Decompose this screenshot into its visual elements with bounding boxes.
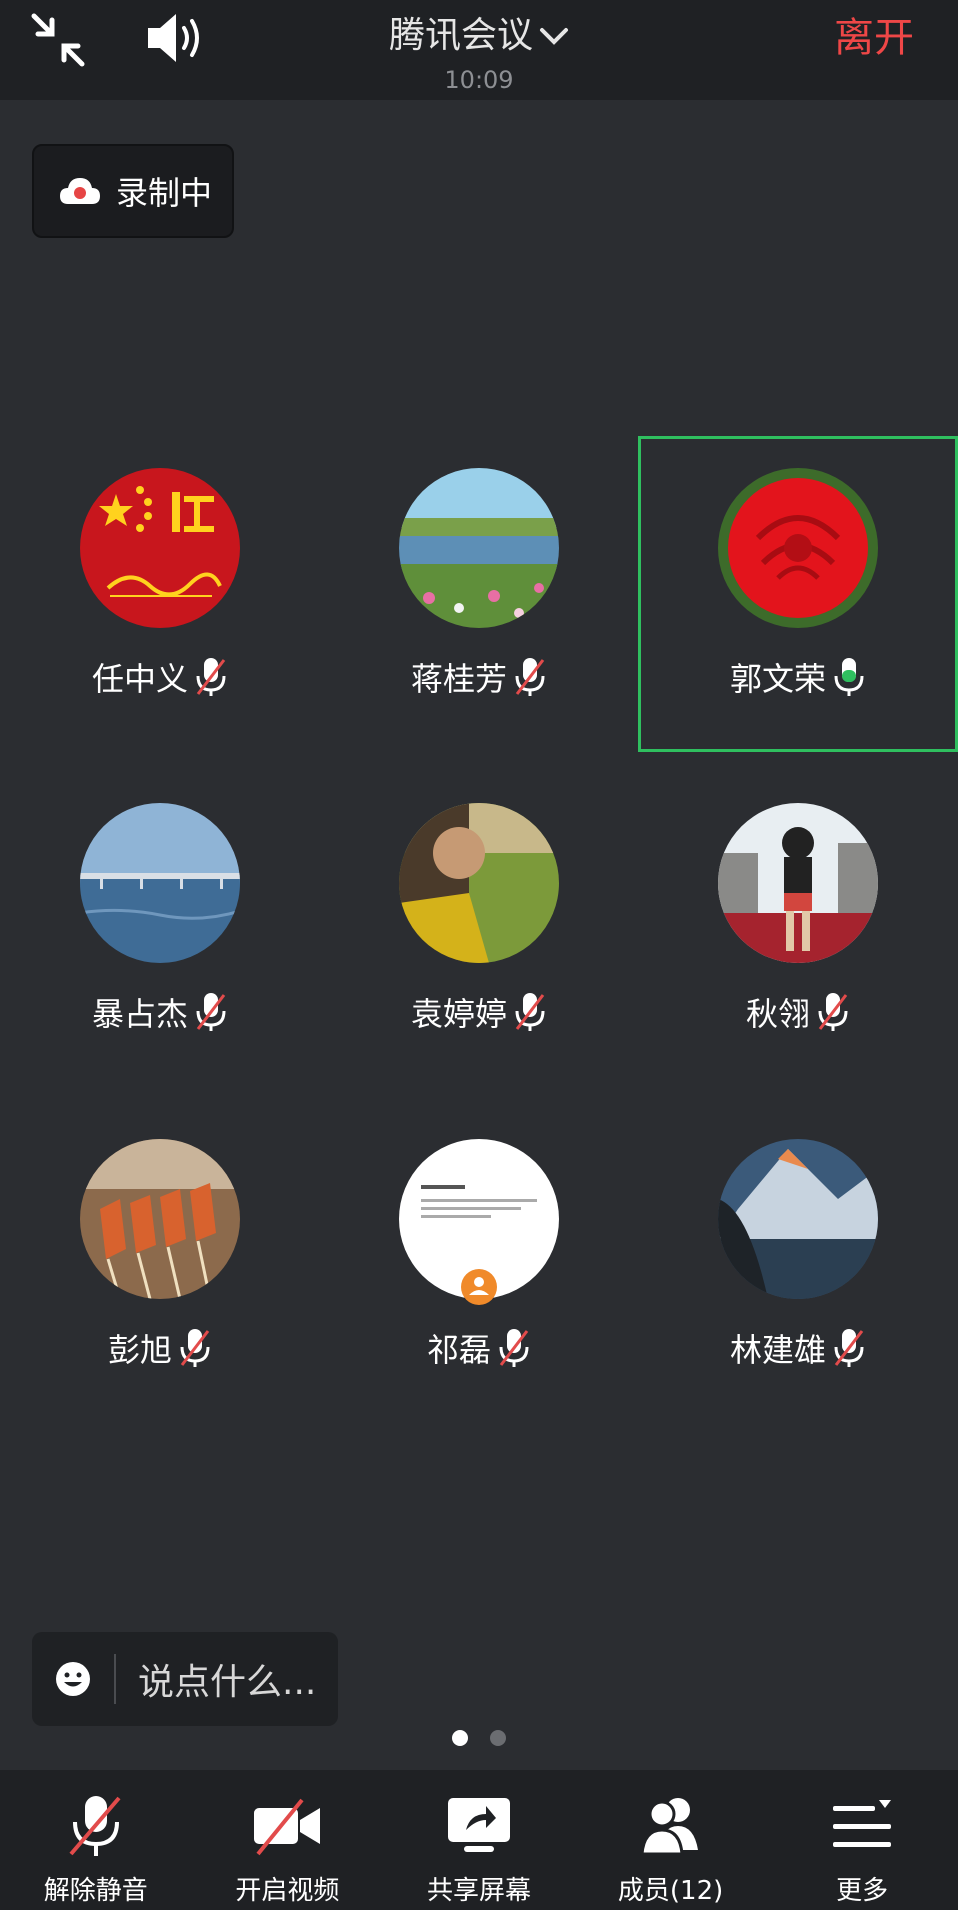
mic-muted-icon: [834, 1329, 864, 1367]
leave-button[interactable]: 离开: [834, 14, 914, 62]
food-avatar: [80, 1139, 240, 1299]
participant-name-row: 祁磊: [319, 1325, 639, 1371]
participant-name: 祁磊: [426, 1331, 491, 1369]
participant-tile[interactable]: 蒋桂芳: [319, 436, 639, 752]
participant-name: 蒋桂芳: [410, 660, 507, 698]
recording-indicator[interactable]: 录制中: [32, 144, 234, 238]
sea-bridge-avatar: [80, 803, 240, 963]
cloud-record-icon: [60, 178, 100, 204]
participant-name-row: 袁婷婷: [319, 989, 639, 1035]
participant-name: 秋翎: [745, 995, 810, 1033]
child-at-castle-avatar: [718, 803, 878, 963]
page-indicator: [0, 1730, 958, 1746]
more-menu-icon: [833, 1800, 892, 1847]
participant-name: 彭旭: [107, 1331, 172, 1369]
participant-name-row: 郭文荣: [638, 654, 958, 700]
participant-tile[interactable]: 祁磊: [319, 1107, 639, 1423]
meeting-screen: 腾讯会议 10:09 离开 录制中 任中义 蒋桂芳 郭文荣 暴占杰 袁婷婷 秋翎…: [0, 0, 958, 1910]
more-label: 更多: [836, 1876, 889, 1906]
mic-muted-icon: [180, 1329, 210, 1367]
more-button[interactable]: 更多: [766, 1770, 958, 1910]
page-dot[interactable]: [490, 1730, 506, 1746]
emoji-icon[interactable]: [54, 1660, 92, 1698]
participant-tile[interactable]: 林建雄: [638, 1107, 958, 1423]
mic-muted-icon: [69, 1796, 121, 1856]
members-icon: [639, 1798, 698, 1856]
top-bar: 腾讯会议 10:09 离开: [0, 0, 958, 100]
mic-muted-icon: [818, 993, 848, 1031]
unmute-button[interactable]: 解除静音: [0, 1770, 192, 1910]
members-button[interactable]: 成员(12): [575, 1770, 767, 1910]
participant-name: 袁婷婷: [410, 995, 507, 1033]
bottom-toolbar: 解除静音 开启视频 共享屏幕 成员(12) 更多: [0, 1770, 958, 1910]
share-screen-icon: [447, 1798, 510, 1852]
participant-name: 暴占杰: [91, 995, 188, 1033]
lake-landscape-avatar: [399, 468, 559, 628]
mic-muted-icon: [515, 993, 545, 1031]
participant-tile[interactable]: 秋翎: [638, 771, 958, 1087]
participant-name: 郭文荣: [729, 660, 826, 698]
page-dot-active[interactable]: [452, 1730, 468, 1746]
participant-name-row: 暴占杰: [0, 989, 320, 1035]
mic-muted-icon: [515, 658, 545, 696]
meeting-time: 10:09: [444, 66, 514, 94]
mountain-avatar: [718, 1139, 878, 1299]
participant-name-row: 彭旭: [0, 1325, 320, 1371]
participant-name-row: 秋翎: [638, 989, 958, 1035]
share-screen-button[interactable]: 共享屏幕: [383, 1770, 575, 1910]
meeting-title-text: 腾讯会议: [388, 15, 533, 56]
participant-name-row: 林建雄: [638, 1325, 958, 1371]
participant-tile-active[interactable]: 郭文荣: [638, 436, 958, 752]
mic-muted-icon: [196, 658, 226, 696]
red-rose-avatar: [718, 468, 878, 628]
members-label: 成员(12): [617, 1876, 724, 1906]
participant-tile[interactable]: 彭旭: [0, 1107, 320, 1423]
participant-name-row: 任中义: [0, 654, 320, 700]
meeting-title-wrap[interactable]: 腾讯会议: [0, 14, 958, 58]
participant-tile[interactable]: 暴占杰: [0, 771, 320, 1087]
participant-name-row: 蒋桂芳: [319, 654, 639, 700]
person-in-park-avatar: [399, 803, 559, 963]
start-video-button[interactable]: 开启视频: [192, 1770, 384, 1910]
chevron-down-icon: [540, 28, 568, 45]
meeting-title[interactable]: 腾讯会议: [389, 14, 569, 58]
participant-name: 任中义: [91, 660, 188, 698]
start-video-label: 开启视频: [235, 1876, 340, 1906]
chat-input[interactable]: 说点什么...: [32, 1632, 338, 1726]
share-screen-label: 共享屏幕: [426, 1876, 531, 1906]
mic-muted-icon: [196, 993, 226, 1031]
participant-tile[interactable]: 袁婷婷: [319, 771, 639, 1087]
mic-muted-icon: [499, 1329, 529, 1367]
recording-label: 录制中: [116, 174, 213, 212]
screenshot-avatar: [399, 1139, 559, 1305]
participant-tile[interactable]: 任中义: [0, 436, 320, 752]
chat-placeholder[interactable]: 说点什么...: [138, 1653, 316, 1705]
participant-name: 林建雄: [729, 1331, 826, 1369]
chat-divider: [114, 1654, 116, 1704]
mic-speaking-icon: [834, 658, 864, 696]
unmute-label: 解除静音: [43, 1876, 148, 1906]
red-flag-avatar: [80, 468, 240, 628]
camera-off-icon: [254, 1798, 321, 1856]
